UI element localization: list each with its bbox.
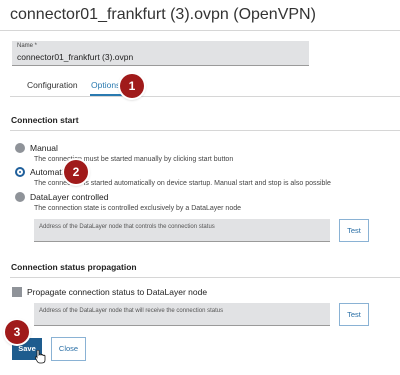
propagate-checkbox-label[interactable]: Propagate connection status to DataLayer… bbox=[27, 287, 207, 297]
section-divider bbox=[10, 277, 400, 278]
control-node-address-placeholder: Address of the DataLayer node that contr… bbox=[39, 224, 215, 230]
tabs-divider bbox=[10, 96, 400, 97]
radio-manual[interactable] bbox=[15, 143, 25, 153]
step-badge-2: 2 bbox=[64, 160, 88, 184]
radio-datalayer-label[interactable]: DataLayer controlled bbox=[30, 192, 108, 202]
tab-configuration[interactable]: Configuration bbox=[27, 80, 78, 90]
tab-options[interactable]: Options bbox=[91, 80, 120, 90]
propagation-heading: Connection status propagation bbox=[11, 262, 137, 272]
close-button[interactable]: Close bbox=[51, 337, 86, 361]
test-control-node-button[interactable]: Test bbox=[339, 219, 369, 242]
name-field-label: Name * bbox=[17, 43, 38, 49]
connection-start-heading: Connection start bbox=[11, 115, 79, 125]
step-badge-1: 1 bbox=[120, 74, 144, 98]
radio-datalayer[interactable] bbox=[15, 192, 25, 202]
propagate-checkbox[interactable] bbox=[12, 287, 22, 297]
receive-node-address-input[interactable]: Address of the DataLayer node that will … bbox=[34, 303, 330, 326]
name-field-value[interactable]: connector01_frankfurt (3).ovpn bbox=[17, 52, 133, 62]
mouse-cursor-icon bbox=[35, 350, 46, 364]
control-node-address-input[interactable]: Address of the DataLayer node that contr… bbox=[34, 219, 330, 242]
section-divider bbox=[10, 130, 400, 131]
name-field[interactable]: Name * connector01_frankfurt (3).ovpn bbox=[12, 41, 309, 66]
radio-manual-label[interactable]: Manual bbox=[30, 143, 58, 153]
step-badge-3: 3 bbox=[5, 320, 29, 344]
receive-node-address-placeholder: Address of the DataLayer node that will … bbox=[39, 308, 224, 314]
test-receive-node-button[interactable]: Test bbox=[339, 303, 369, 326]
title-divider bbox=[0, 30, 400, 31]
radio-manual-description: The connection must be started manually … bbox=[34, 156, 234, 163]
radio-automatic-label[interactable]: Automatic bbox=[30, 167, 68, 177]
radio-automatic[interactable] bbox=[15, 167, 25, 177]
radio-datalayer-description: The connection state is controlled exclu… bbox=[34, 205, 242, 212]
dialog-title: connector01_frankfurt (3).ovpn (OpenVPN) bbox=[10, 6, 316, 23]
